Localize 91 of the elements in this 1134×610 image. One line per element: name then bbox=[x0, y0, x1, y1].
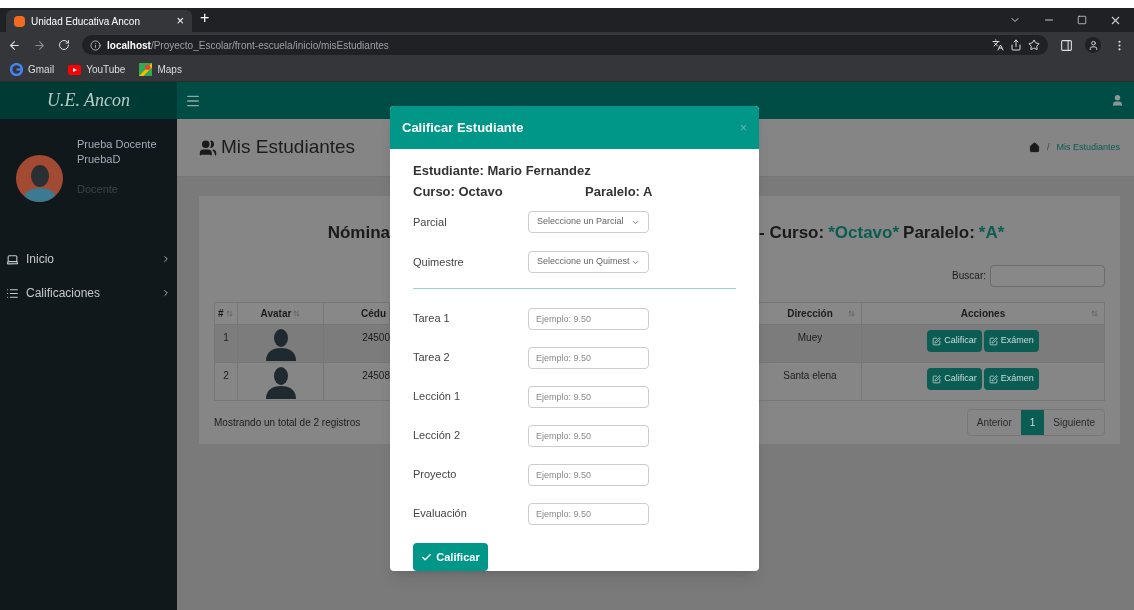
chevron-icon bbox=[161, 288, 171, 298]
google-icon bbox=[10, 63, 23, 76]
new-tab-button[interactable]: + bbox=[200, 6, 210, 30]
home-icon[interactable] bbox=[1028, 142, 1040, 153]
edit-icon bbox=[988, 336, 998, 346]
forward-icon[interactable] bbox=[33, 38, 46, 52]
sort-icon bbox=[848, 310, 855, 317]
reload-icon[interactable] bbox=[58, 39, 70, 51]
records-info: Mostrando un total de 2 registros bbox=[214, 415, 361, 430]
url-text: localhost/Proyecto_Escolar/front-escuela/inicio/misEstudiantes bbox=[107, 38, 389, 53]
field-label: Lección 2 bbox=[413, 428, 462, 444]
chevron-icon bbox=[161, 254, 171, 264]
table-cell: 2 bbox=[215, 363, 238, 400]
field-label: Evaluación bbox=[413, 506, 468, 522]
sort-icon bbox=[1091, 310, 1098, 317]
column-header[interactable]: Avatar bbox=[238, 303, 324, 324]
dialog-title: Calificar Estudiante bbox=[402, 118, 524, 137]
grade-input[interactable]: Ejemplo: 9.50 bbox=[528, 385, 649, 408]
side-panel-icon[interactable] bbox=[1060, 38, 1073, 52]
heading-text: - Curso: bbox=[759, 221, 825, 244]
avatar-silhouette-icon bbox=[263, 329, 298, 361]
table-cell-text: 24508 bbox=[361, 369, 390, 383]
star-icon[interactable] bbox=[1028, 39, 1040, 51]
list-heading: Nómina bbox=[327, 221, 390, 244]
grade-input[interactable]: Ejemplo: 9.50 bbox=[528, 346, 649, 369]
sort-icon bbox=[293, 310, 301, 317]
info-icon bbox=[90, 39, 101, 51]
page-title: Mis Estudiantes bbox=[221, 135, 356, 160]
sort-icon bbox=[225, 310, 233, 317]
check-icon bbox=[421, 551, 433, 563]
field-label: Lección 1 bbox=[413, 389, 462, 405]
sidebar-item[interactable]: Inicio bbox=[0, 242, 177, 276]
heading-text: Paralelo: bbox=[903, 221, 975, 244]
grade-input[interactable]: Ejemplo: 9.50 bbox=[528, 307, 649, 330]
back-icon[interactable] bbox=[8, 38, 21, 52]
highlighted-value: *Octavo* bbox=[828, 221, 900, 244]
action-button[interactable]: Exámen bbox=[983, 368, 1039, 390]
pagination-button[interactable]: 1 bbox=[1020, 409, 1045, 435]
favicon-icon bbox=[14, 15, 25, 27]
field-label: Quimestre bbox=[413, 254, 465, 270]
user-icon[interactable] bbox=[1111, 94, 1124, 107]
field-label: Tarea 1 bbox=[413, 311, 451, 327]
select-field[interactable]: Seleccione un Quimest bbox=[528, 251, 649, 273]
course-label: Curso: Octavo bbox=[413, 183, 504, 201]
action-button[interactable]: Calificar bbox=[927, 330, 982, 352]
map-icon bbox=[139, 63, 153, 76]
share-icon[interactable] bbox=[1010, 39, 1022, 51]
column-header[interactable]: Acciones bbox=[862, 303, 1104, 324]
user-name: Prueba Docente PruebaD bbox=[77, 137, 158, 167]
student-name: Estudiante: Mario Fernandez bbox=[413, 162, 592, 180]
search-field[interactable] bbox=[990, 264, 1105, 287]
grade-input[interactable]: Ejemplo: 9.50 bbox=[528, 463, 649, 486]
edit-icon bbox=[988, 374, 998, 384]
tab-close-button[interactable]: × bbox=[176, 11, 184, 31]
translate-icon[interactable] bbox=[992, 39, 1004, 51]
maximize-icon[interactable] bbox=[1077, 15, 1087, 25]
highlighted-value: *A* bbox=[978, 221, 1005, 244]
paralelo-label: Paralelo: A bbox=[585, 183, 653, 201]
grade-input[interactable]: Ejemplo: 9.50 bbox=[528, 502, 649, 525]
sidebar-item[interactable]: Calificaciones bbox=[0, 276, 177, 310]
bookmark[interactable]: Gmail bbox=[10, 62, 55, 77]
search-label: Buscar: bbox=[952, 269, 986, 283]
avatar-icon bbox=[16, 155, 63, 202]
breadcrumb-separator: / bbox=[1046, 140, 1050, 154]
tab-title: Unidad Educativa Ancon bbox=[31, 14, 141, 29]
profile-icon[interactable] bbox=[1085, 37, 1101, 53]
address-bar[interactable]: localhost/Proyecto_Escolar/front-escuela/inicio/misEstudiantes bbox=[82, 35, 1048, 55]
play-icon bbox=[68, 64, 82, 75]
submit-button[interactable]: Calificar bbox=[413, 543, 488, 571]
column-header[interactable]: # bbox=[215, 303, 238, 324]
logo-text[interactable]: U.E. Ancon bbox=[46, 87, 131, 114]
table-cell: 1 bbox=[215, 325, 238, 362]
avatar-silhouette-icon bbox=[263, 367, 298, 399]
edit-icon bbox=[932, 374, 942, 384]
users-icon bbox=[199, 138, 217, 157]
edit-icon bbox=[932, 336, 942, 346]
select-field[interactable]: Seleccione un Parcial bbox=[528, 211, 649, 233]
field-label: Parcial bbox=[413, 214, 448, 230]
bookmark[interactable]: Maps bbox=[139, 62, 182, 77]
laptop-icon bbox=[6, 252, 19, 266]
action-button[interactable]: Calificar bbox=[927, 368, 982, 390]
list-icon bbox=[6, 286, 19, 300]
pagination-button[interactable]: Siguiente bbox=[1044, 409, 1104, 435]
table-cell-text: 24500 bbox=[361, 331, 390, 345]
browser-tab[interactable]: Unidad Educativa Ancon × bbox=[6, 10, 192, 32]
bookmark[interactable]: YouTube bbox=[68, 62, 126, 77]
pagination-button[interactable]: Anterior bbox=[967, 409, 1021, 435]
grade-input[interactable]: Ejemplo: 9.50 bbox=[528, 424, 649, 447]
field-label: Tarea 2 bbox=[413, 350, 451, 366]
field-label: Proyecto bbox=[413, 467, 458, 483]
action-button[interactable]: Exámen bbox=[983, 330, 1039, 352]
